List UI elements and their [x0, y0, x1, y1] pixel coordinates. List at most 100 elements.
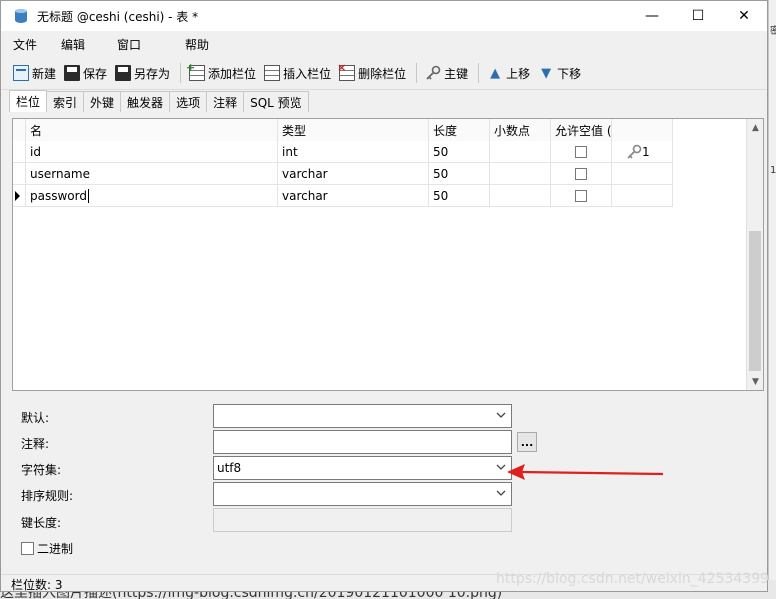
- menu-help[interactable]: 帮助: [173, 36, 221, 53]
- tab-sql-preview[interactable]: SQL 预览: [243, 91, 309, 112]
- nullable-checkbox[interactable]: [575, 146, 587, 158]
- move-down-button[interactable]: ▼ 下移: [538, 65, 581, 82]
- row-indicator: [13, 163, 26, 185]
- comment-edit-button[interactable]: ...: [517, 432, 537, 452]
- column-header-type[interactable]: 类型: [278, 119, 429, 141]
- field-name-text: password: [30, 189, 87, 203]
- key-length-input[interactable]: [213, 508, 512, 532]
- column-header-decimals[interactable]: 小数点: [490, 119, 551, 141]
- key-length-label: 键长度:: [21, 516, 62, 530]
- binary-label: 二进制: [37, 542, 74, 556]
- nullable-checkbox[interactable]: [575, 168, 587, 180]
- field-type-cell[interactable]: varchar: [278, 163, 429, 185]
- save-as-button[interactable]: 另存为: [115, 65, 170, 82]
- add-column-button[interactable]: 添加栏位: [186, 61, 257, 82]
- grid-vertical-scrollbar[interactable]: ▲ ▼: [746, 119, 763, 390]
- field-decimals-cell[interactable]: [490, 163, 551, 185]
- field-nullable-cell[interactable]: [551, 185, 612, 207]
- database-icon: [13, 8, 29, 24]
- field-key-cell[interactable]: [612, 163, 673, 185]
- insert-column-button[interactable]: 插入栏位: [264, 65, 331, 82]
- column-header-length[interactable]: 长度: [429, 119, 490, 141]
- menu-bar: 文件 编辑 窗口 帮助: [1, 31, 767, 57]
- table-designer-window: 无标题 @ceshi (ceshi) - 表 * — ☐ ✕ 文件 编辑 窗口 …: [0, 0, 768, 592]
- tab-foreign-keys[interactable]: 外键: [83, 91, 122, 112]
- column-header-nullable[interactable]: 允许空值 (: [551, 119, 612, 141]
- key-icon: [626, 144, 642, 160]
- menu-edit[interactable]: 编辑: [49, 36, 97, 53]
- scroll-down-arrow-icon[interactable]: ▼: [747, 373, 763, 390]
- key-icon: [425, 65, 441, 81]
- toolbar-divider: [180, 63, 182, 83]
- add-column-label: 添加栏位: [208, 66, 257, 81]
- field-type-cell[interactable]: int: [278, 141, 429, 163]
- nullable-checkbox[interactable]: [575, 190, 587, 202]
- grid-header-row: 名 类型 长度 小数点 允许空值 (: [13, 119, 673, 141]
- scroll-thumb[interactable]: [749, 231, 761, 371]
- collation-combobox[interactable]: [213, 482, 512, 506]
- field-length-cell[interactable]: 50: [429, 141, 490, 163]
- fields-grid[interactable]: 名 类型 长度 小数点 允许空值 ( id int 50 1 username: [12, 118, 764, 391]
- charset-combobox[interactable]: utf8: [213, 456, 512, 480]
- new-label: 新建: [32, 66, 57, 81]
- comment-input[interactable]: [213, 430, 512, 454]
- field-decimals-cell[interactable]: [490, 185, 551, 207]
- tab-fields[interactable]: 栏位: [9, 90, 48, 112]
- menu-file[interactable]: 文件: [1, 36, 49, 53]
- binary-option[interactable]: 二进制: [21, 540, 73, 557]
- tab-triggers[interactable]: 触发器: [120, 91, 171, 112]
- toolbar-divider: [478, 63, 480, 83]
- scroll-up-arrow-icon[interactable]: ▲: [747, 119, 763, 136]
- column-header-key[interactable]: [612, 119, 673, 141]
- column-header-name[interactable]: 名: [26, 119, 278, 141]
- binary-checkbox[interactable]: [21, 542, 34, 555]
- delete-column-button[interactable]: 删除栏位: [337, 61, 406, 82]
- save-button[interactable]: 保存: [64, 65, 107, 82]
- minimize-button[interactable]: —: [629, 1, 675, 31]
- default-combobox[interactable]: [213, 404, 512, 428]
- field-length-cell[interactable]: 50: [429, 163, 490, 185]
- field-key-cell[interactable]: [612, 185, 673, 207]
- tab-comment[interactable]: 注释: [206, 91, 245, 112]
- insert-column-label: 插入栏位: [283, 66, 332, 81]
- save-label: 保存: [83, 66, 108, 81]
- field-decimals-cell[interactable]: [490, 141, 551, 163]
- field-nullable-cell[interactable]: [551, 141, 612, 163]
- table-row[interactable]: password varchar 50: [13, 185, 673, 207]
- new-table-icon: [13, 65, 29, 81]
- move-up-button[interactable]: ▲ 上移: [487, 65, 530, 82]
- key-order: 1: [642, 145, 650, 159]
- watermark: https://blog.csdn.net/weixin_42534399: [496, 571, 770, 587]
- tab-indexes[interactable]: 索引: [46, 91, 85, 112]
- field-name-cell[interactable]: id: [26, 141, 278, 163]
- maximize-button[interactable]: ☐: [675, 1, 721, 31]
- close-button[interactable]: ✕: [721, 1, 767, 31]
- current-row-arrow-icon: [15, 191, 20, 201]
- comment-label: 注释:: [21, 437, 50, 451]
- charset-label: 字符集:: [21, 463, 62, 477]
- primary-key-button[interactable]: 主键: [425, 65, 468, 82]
- table-row[interactable]: id int 50 1: [13, 141, 673, 163]
- toolbar: 新建 保存 另存为 添加栏位 插入栏位 删除栏位 主键: [1, 57, 767, 90]
- row-indicator: [13, 185, 26, 207]
- field-type-cell[interactable]: varchar: [278, 185, 429, 207]
- menu-window[interactable]: 窗口: [105, 36, 153, 53]
- move-down-label: 下移: [557, 66, 582, 81]
- field-name-cell[interactable]: password: [26, 185, 278, 207]
- table-row[interactable]: username varchar 50: [13, 163, 673, 185]
- field-name-cell[interactable]: username: [26, 163, 278, 185]
- chevron-down-icon: [496, 490, 506, 496]
- save-as-label: 另存为: [134, 66, 171, 81]
- row-indicator: [13, 141, 26, 163]
- field-key-cell[interactable]: 1: [612, 141, 673, 163]
- bg-fragment: 1: [770, 165, 776, 176]
- tab-options[interactable]: 选项: [169, 91, 208, 112]
- toolbar-divider: [416, 63, 418, 83]
- row-indicator-header: [13, 119, 26, 141]
- new-button[interactable]: 新建: [13, 65, 56, 82]
- field-nullable-cell[interactable]: [551, 163, 612, 185]
- add-column-icon: [186, 61, 206, 81]
- title-bar[interactable]: 无标题 @ceshi (ceshi) - 表 * — ☐ ✕: [1, 1, 767, 31]
- field-length-cell[interactable]: 50: [429, 185, 490, 207]
- save-as-icon: [115, 65, 132, 81]
